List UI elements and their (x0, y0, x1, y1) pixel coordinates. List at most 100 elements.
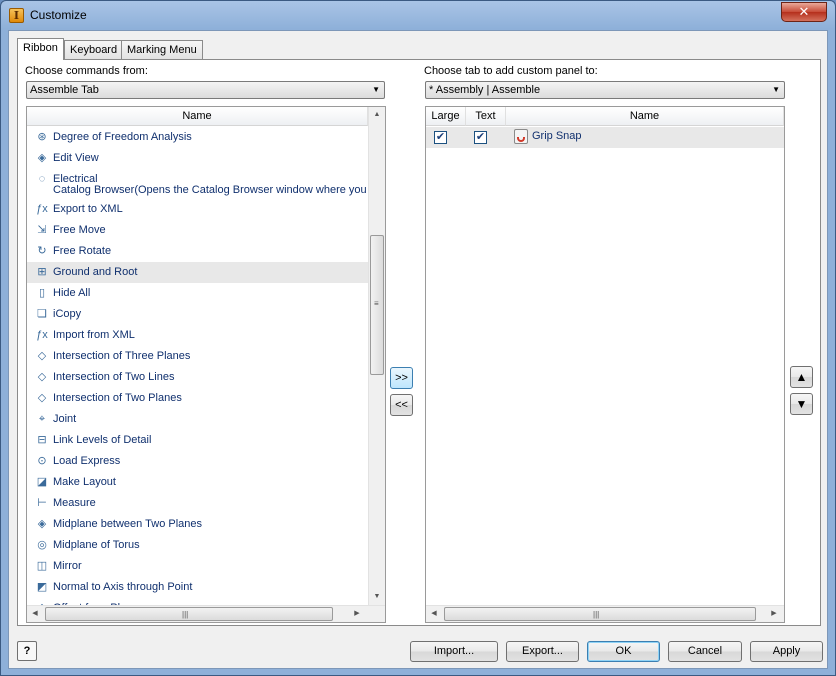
midplane-two-planes-icon: ◈ (37, 518, 47, 530)
link-lod-icon: ⊟ (37, 434, 47, 446)
commands-name-header[interactable]: Name (27, 107, 368, 126)
list-item[interactable]: ◇ Intersection of Two Lines (27, 367, 368, 388)
text-checkbox[interactable]: ✔ (474, 131, 487, 144)
list-item[interactable]: ⊢ Measure (27, 493, 368, 514)
commands-list[interactable]: Name ⊛ Degree of Freedom Analysis ◈ Edit Vi… (26, 106, 386, 623)
list-item[interactable]: ⊞ Ground and Root (27, 262, 368, 283)
text-column-header[interactable]: Text (466, 107, 506, 126)
list-item-label: Hide All (53, 287, 91, 299)
large-column-header[interactable]: Large (426, 107, 466, 126)
list-item-label: iCopy (53, 308, 82, 320)
list-item[interactable]: ◫ Mirror (27, 556, 368, 577)
help-button[interactable]: ? (17, 641, 37, 661)
list-item[interactable]: ◈ Edit View (27, 148, 368, 169)
list-item[interactable]: ƒx Import from XML (27, 325, 368, 346)
list-item[interactable]: ⌖ Joint (27, 409, 368, 430)
free-rotate-icon: ↻ (37, 245, 47, 257)
magnet-icon (517, 137, 525, 142)
list-item[interactable]: ▯ Hide All (27, 283, 368, 304)
scroll-down-icon[interactable]: ▼ (369, 589, 385, 605)
panel-hscroll-thumb[interactable]: ||| (444, 607, 756, 621)
grip-snap-icon (514, 129, 528, 144)
import-button[interactable]: Import... (410, 641, 498, 662)
list-item[interactable]: ⊟ Link Levels of Detail (27, 430, 368, 451)
list-item-label: Intersection of Three Planes (53, 350, 191, 362)
tab-marking-menu[interactable]: Marking Menu (121, 40, 203, 59)
list-item[interactable]: ◈ Midplane between Two Planes (27, 514, 368, 535)
list-item-label: Load Express (53, 455, 121, 467)
chevron-down-icon: ▼ (772, 85, 780, 94)
mirror-icon: ◫ (36, 560, 48, 572)
dof-icon: ⊛ (37, 131, 47, 143)
commands-vertical-scrollbar[interactable]: ▲ ≡ ▼ (368, 107, 385, 605)
list-item-label: Free Move (53, 224, 106, 236)
scroll-right-icon[interactable]: ▶ (766, 606, 782, 622)
list-item[interactable]: ↻ Free Rotate (27, 241, 368, 262)
commands-horizontal-scrollbar[interactable]: ◀ ||| ▶ (27, 605, 385, 622)
list-item[interactable]: ◇ Intersection of Two Planes (27, 388, 368, 409)
cancel-button[interactable]: Cancel (668, 641, 742, 662)
scroll-left-icon[interactable]: ◀ (27, 606, 43, 622)
commands-vscroll-thumb[interactable]: ≡ (370, 235, 384, 375)
ok-button[interactable]: OK (587, 641, 660, 662)
list-item[interactable]: ƒx Export to XML (27, 199, 368, 220)
list-item-label: Measure (53, 497, 96, 509)
custom-panel-list[interactable]: Large Text Name ✔ ✔ Grip Snap ◀ ||| ▶ (425, 106, 785, 623)
list-item-label: Degree of Freedom Analysis (53, 131, 192, 143)
tab-keyboard[interactable]: Keyboard (64, 40, 124, 59)
list-item[interactable]: ◌ Electrical Catalog Browser(Opens the Cat… (27, 169, 368, 199)
scroll-left-icon[interactable]: ◀ (426, 606, 442, 622)
list-item[interactable]: ◎ Midplane of Torus (27, 535, 368, 556)
commands-from-combo[interactable]: Assemble Tab ▼ (26, 81, 385, 99)
free-move-icon: ⇲ (37, 224, 47, 236)
list-item-label: Ground and Root (53, 266, 138, 278)
customize-window: I Customize ✕ Ribbon Keyboard Marking Me… (0, 0, 836, 676)
midplane-torus-icon: ◎ (37, 539, 47, 551)
grip-icon: ||| (593, 610, 600, 619)
list-item-label: Export to XML (53, 203, 123, 215)
add-command-button[interactable]: >> (390, 367, 413, 389)
tab-ribbon[interactable]: Ribbon (17, 38, 64, 60)
normal-axis-point-icon: ◩ (36, 581, 48, 593)
scroll-right-icon[interactable]: ▶ (349, 606, 365, 622)
custom-panel-tab-value: * Assembly | Assemble (429, 84, 541, 96)
grip-snap-label: Grip Snap (532, 130, 582, 142)
list-item[interactable]: ◇ Intersection of Three Planes (27, 346, 368, 367)
commands-from-value: Assemble Tab (30, 84, 99, 96)
custom-panel-tab-combo[interactable]: * Assembly | Assemble ▼ (425, 81, 785, 99)
list-item[interactable]: ◩ Normal to Axis through Point (27, 577, 368, 598)
scroll-up-icon[interactable]: ▲ (369, 107, 385, 123)
list-item[interactable]: ⇲ Free Move (27, 220, 368, 241)
ribbon-tab-page: Choose commands from: Assemble Tab ▼ Nam… (17, 59, 821, 626)
name-column-header[interactable]: Name (506, 107, 784, 126)
export-button[interactable]: Export... (506, 641, 579, 662)
move-up-button[interactable]: ▲ (790, 366, 813, 388)
list-item-label: Normal to Axis through Point (53, 581, 193, 593)
export-xml-icon: ƒx (36, 203, 48, 215)
title-bar[interactable]: I Customize ✕ (1, 1, 835, 30)
grip-icon: ≡ (374, 299, 379, 308)
close-button[interactable]: ✕ (781, 2, 827, 22)
list-item-label: Mirror (53, 560, 82, 572)
chevron-down-icon: ▼ (372, 85, 380, 94)
large-checkbox[interactable]: ✔ (434, 131, 447, 144)
remove-command-button[interactable]: << (390, 394, 413, 416)
icopy-icon: ❏ (37, 308, 47, 320)
list-item[interactable]: ◪ Make Layout (27, 472, 368, 493)
intersection-three-planes-icon: ◇ (37, 350, 47, 362)
list-item-label: Midplane of Torus (53, 539, 140, 551)
triangle-up-icon: ▲ (795, 370, 808, 384)
panel-horizontal-scrollbar[interactable]: ◀ ||| ▶ (426, 605, 784, 622)
list-item-label: Link Levels of Detail (53, 434, 152, 446)
triangle-down-icon: ▼ (795, 397, 808, 411)
import-xml-icon: ƒx (36, 329, 48, 341)
list-item-label: Import from XML (53, 329, 135, 341)
move-down-button[interactable]: ▼ (790, 393, 813, 415)
load-express-icon: ⊙ (37, 455, 47, 467)
table-row[interactable]: ✔ ✔ Grip Snap (426, 127, 784, 148)
list-item[interactable]: ❏ iCopy (27, 304, 368, 325)
apply-button[interactable]: Apply (750, 641, 823, 662)
list-item[interactable]: ⊛ Degree of Freedom Analysis (27, 127, 368, 148)
commands-hscroll-thumb[interactable]: ||| (45, 607, 333, 621)
list-item[interactable]: ⊙ Load Express (27, 451, 368, 472)
